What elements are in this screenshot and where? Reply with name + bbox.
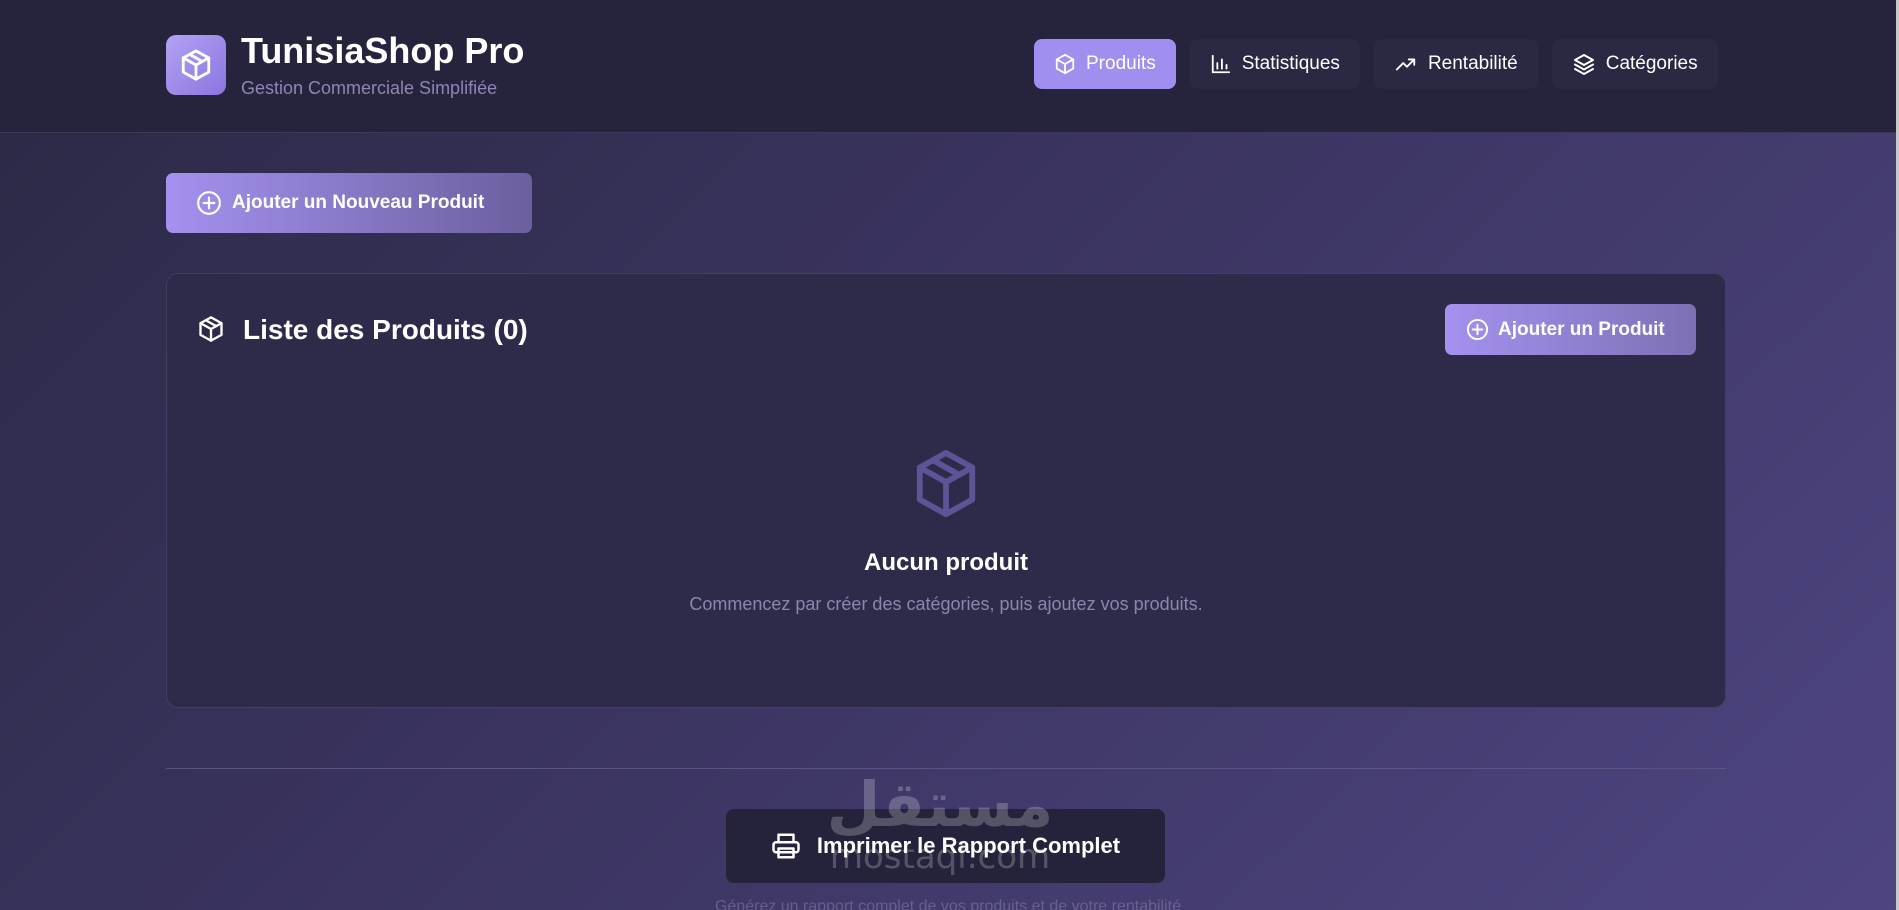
add-new-product-button[interactable]: Ajouter un Nouveau Produit xyxy=(166,173,532,233)
tab-label: Rentabilité xyxy=(1427,53,1518,74)
add-product-label: Ajouter un Produit xyxy=(1498,318,1665,340)
print-report-button[interactable]: Imprimer le Rapport Complet xyxy=(726,809,1165,883)
box-icon xyxy=(199,316,223,342)
brand-title: TunisiaShop Pro xyxy=(241,30,525,71)
trending-up-icon xyxy=(1395,58,1416,71)
layers-icon xyxy=(1573,54,1594,75)
product-list-card: Liste des Produits (0) Ajouter un Produi… xyxy=(166,273,1726,708)
logo xyxy=(166,35,226,95)
print-report-label: Imprimer le Rapport Complet xyxy=(816,833,1121,858)
add-new-product-label: Ajouter un Nouveau Produit xyxy=(232,192,485,213)
box-icon xyxy=(181,49,211,81)
plus-circle-icon xyxy=(197,191,221,215)
tab-produits[interactable]: Produits xyxy=(1034,39,1176,89)
plus-circle-icon xyxy=(1466,318,1489,341)
tab-label: Statistiques xyxy=(1241,53,1340,74)
tab-label: Produits xyxy=(1086,53,1156,74)
tab-categories[interactable]: Catégories xyxy=(1551,39,1718,89)
printer-icon xyxy=(772,833,800,859)
main-nav: Produits Statistiques Rentabilité Catégo… xyxy=(1034,39,1718,89)
footer-note: Générez un rapport complet de vos produi… xyxy=(714,898,1182,910)
empty-box-icon xyxy=(916,449,976,518)
app-page: TunisiaShop Pro Gestion Commerciale Simp… xyxy=(0,0,1896,910)
empty-state-title: Aucun produit xyxy=(864,549,1028,576)
add-product-button[interactable]: Ajouter un Produit xyxy=(1445,304,1696,355)
tab-statistiques[interactable]: Statistiques xyxy=(1189,39,1360,89)
section-divider xyxy=(166,768,1726,769)
brand-subtitle: Gestion Commerciale Simplifiée xyxy=(241,78,498,98)
bar-chart-icon xyxy=(1211,54,1230,74)
box-icon xyxy=(1055,53,1075,75)
empty-state-message: Commencez par créer des catégories, puis… xyxy=(689,594,1203,614)
tab-rentabilite[interactable]: Rentabilité xyxy=(1373,39,1538,89)
tab-label: Catégories xyxy=(1605,53,1698,74)
product-list-title: Liste des Produits (0) xyxy=(243,314,528,345)
app-header: TunisiaShop Pro Gestion Commerciale Simp… xyxy=(0,0,1896,133)
